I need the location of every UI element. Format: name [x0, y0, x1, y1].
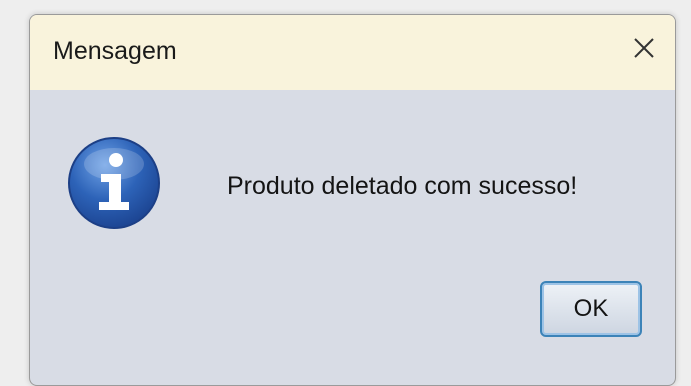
titlebar[interactable]: Mensagem: [30, 15, 675, 90]
close-icon: [634, 38, 654, 58]
message-dialog: Mensagem Produto deletado com sucesso! O…: [29, 14, 676, 386]
dialog-message: Produto deletado com sucesso!: [227, 172, 578, 200]
dialog-title: Mensagem: [53, 37, 177, 65]
close-button[interactable]: [627, 31, 661, 65]
info-icon: [68, 137, 160, 229]
ok-button[interactable]: OK: [540, 281, 642, 337]
